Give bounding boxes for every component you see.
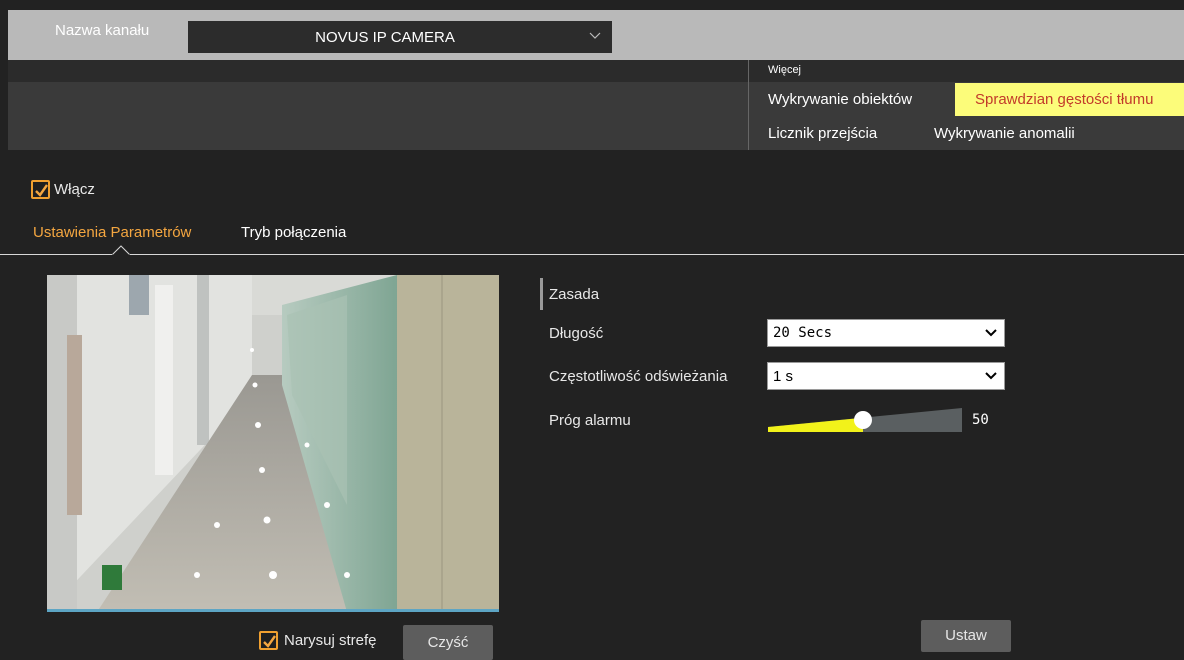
tab-crowd-density[interactable]: Sprawdzian gęstości tłumu xyxy=(955,83,1184,116)
clear-button[interactable]: Czyść xyxy=(403,625,493,660)
enable-checkbox[interactable] xyxy=(31,180,50,199)
checkmark-icon xyxy=(35,184,48,197)
active-tab-caret-icon xyxy=(112,245,130,256)
duration-value: 20 Secs xyxy=(773,325,833,341)
tab-anomaly-detection[interactable]: Wykrywanie anomalii xyxy=(934,125,1075,142)
refresh-rate-label: Częstotliwość odświeżania xyxy=(549,368,728,385)
camera-preview[interactable] xyxy=(47,275,499,612)
duration-select[interactable]: 20 Secs xyxy=(767,319,1005,347)
chevron-down-icon xyxy=(985,372,997,380)
refresh-rate-select[interactable]: 1 s xyxy=(767,362,1005,390)
function-strip-header xyxy=(8,60,1184,82)
alarm-threshold-label: Próg alarmu xyxy=(549,412,631,429)
apply-button[interactable]: Ustaw xyxy=(921,620,1011,652)
chevron-down-icon xyxy=(985,329,997,337)
refresh-rate-value: 1 s xyxy=(773,368,794,385)
draw-zone-checkbox[interactable] xyxy=(259,631,278,650)
tab-linkage-mode[interactable]: Tryb połączenia xyxy=(241,224,346,241)
checkmark-icon xyxy=(263,635,276,648)
channel-name-label: Nazwa kanału xyxy=(55,22,150,39)
tab-line-crossing-counter[interactable]: Licznik przejścia xyxy=(768,125,877,142)
function-divider xyxy=(748,60,749,150)
section-title: Zasada xyxy=(549,286,600,303)
more-label: Więcej xyxy=(768,64,802,76)
duration-label: Długość xyxy=(549,325,604,342)
enable-label: Włącz xyxy=(54,181,95,198)
channel-select-value: NOVUS IP CAMERA xyxy=(315,29,455,46)
slider-fill xyxy=(768,417,863,432)
chevron-down-icon xyxy=(589,32,601,39)
channel-select[interactable]: NOVUS IP CAMERA xyxy=(188,21,612,53)
tab-underline xyxy=(0,254,1184,255)
tab-parameter-settings[interactable]: Ustawienia Parametrów xyxy=(33,224,191,241)
slider-handle[interactable] xyxy=(854,411,872,429)
corridor-image xyxy=(47,275,499,612)
alarm-threshold-value: 50 xyxy=(972,412,989,428)
draw-zone-label: Narysuj strefę xyxy=(284,632,377,649)
alarm-threshold-slider[interactable] xyxy=(768,405,962,435)
tab-object-detection[interactable]: Wykrywanie obiektów xyxy=(768,91,912,108)
section-marker xyxy=(540,278,543,310)
